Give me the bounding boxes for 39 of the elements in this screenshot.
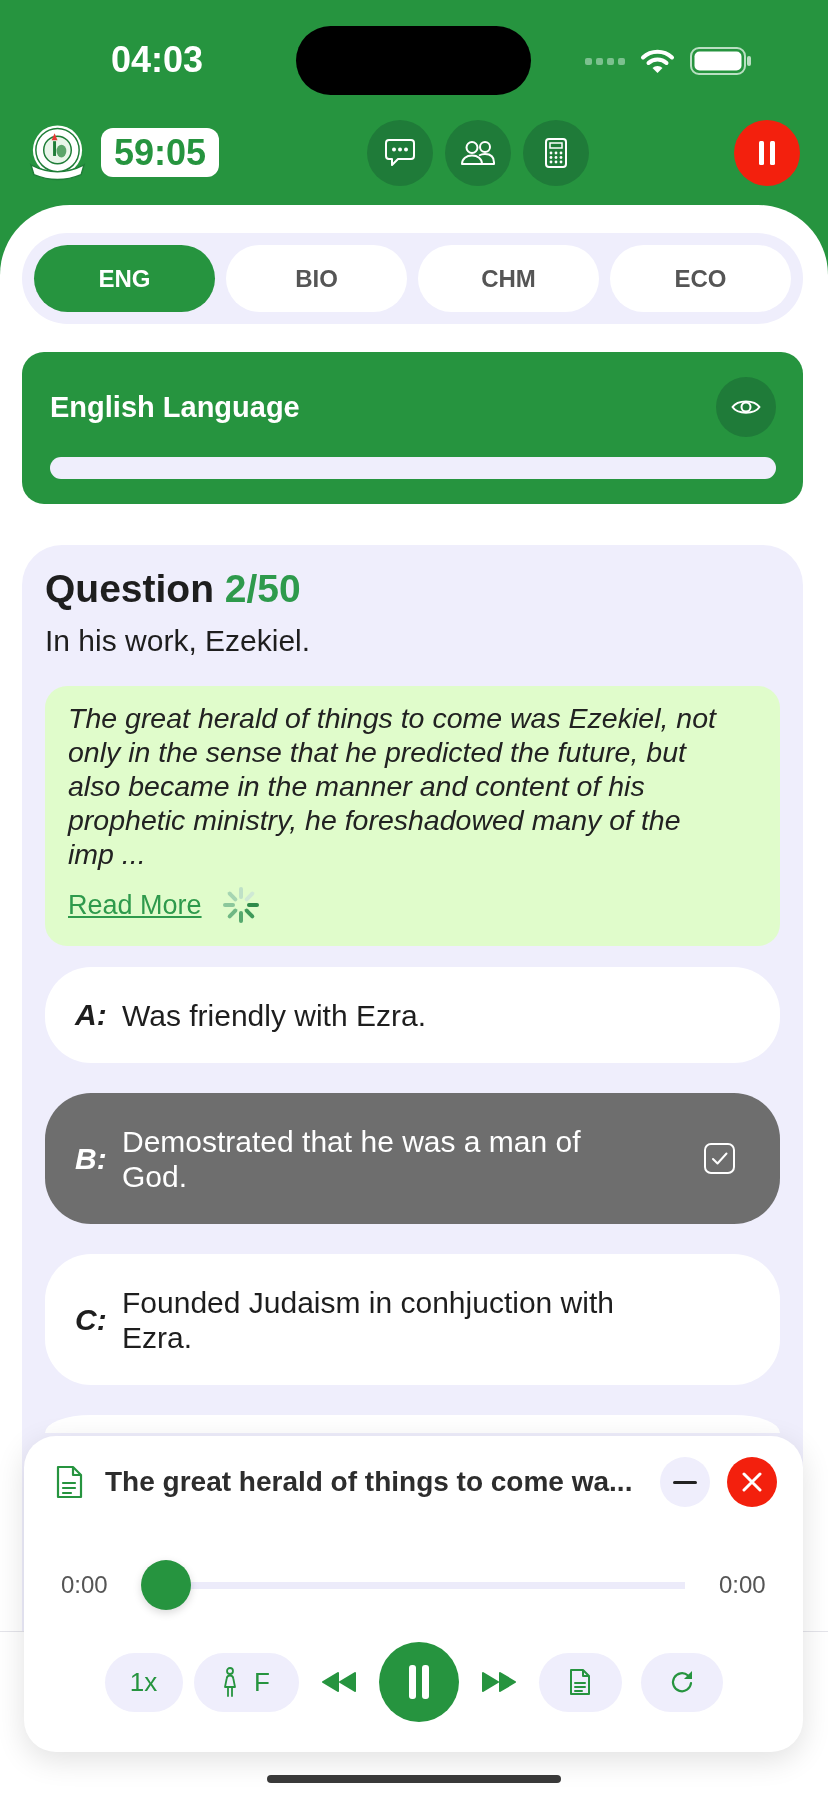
- battery-icon: [690, 47, 752, 75]
- signal-icon: [585, 57, 625, 65]
- answer-option[interactable]: C: Founded Judaism in conhjuction with Ezra.: [45, 1254, 780, 1385]
- minus-icon: [673, 1480, 697, 1484]
- pause-icon: [759, 140, 775, 165]
- subject-tab[interactable]: CHM: [418, 245, 599, 312]
- woman-icon: [222, 1667, 239, 1697]
- emblem-icon: [27, 123, 88, 182]
- checkbox-icon: [704, 1143, 735, 1174]
- answer-option[interactable]: B: Demostrated that he was a man of God.: [45, 1093, 780, 1224]
- status-time: 04:03: [111, 39, 204, 81]
- subject-tab[interactable]: BIO: [226, 245, 407, 312]
- answer-option[interactable]: A: Was friendly with Ezra.: [45, 967, 780, 1063]
- subject-title: English Language: [50, 390, 300, 424]
- subject-tab[interactable]: ECO: [610, 245, 791, 312]
- minimize-button[interactable]: [660, 1457, 710, 1507]
- pause-icon: [408, 1665, 429, 1699]
- calculator-icon: [545, 137, 567, 168]
- close-icon: [742, 1472, 762, 1492]
- chat-icon: [384, 137, 416, 168]
- countdown-timer: 59:05: [101, 128, 219, 177]
- rewind-button[interactable]: [320, 1671, 357, 1693]
- close-button[interactable]: [727, 1457, 777, 1507]
- total-time: 0:00: [719, 1571, 766, 1599]
- question-prompt: In his work, Ezekiel.: [45, 623, 311, 659]
- question-heading: Question 2/50: [45, 566, 301, 612]
- document-icon: [56, 1465, 83, 1499]
- document-icon: [569, 1668, 591, 1696]
- forward-icon: [480, 1671, 517, 1693]
- rewind-icon: [320, 1671, 357, 1693]
- player-title: The great herald of things to come wa...: [105, 1466, 634, 1498]
- subject-tab[interactable]: ENG: [34, 245, 215, 312]
- forward-button[interactable]: [480, 1671, 517, 1693]
- eye-icon: [731, 397, 761, 417]
- slider-thumb[interactable]: [141, 1560, 191, 1610]
- passage-text: The great herald of things to come was Ezekiel, not only in the sense that he predicted the future, but also became in the manner and content of his prophetic ministry, he foreshadowed many of the imp ...: [68, 701, 718, 871]
- elapsed-time: 0:00: [61, 1571, 108, 1599]
- wifi-icon: [640, 48, 675, 74]
- people-icon: [460, 139, 496, 166]
